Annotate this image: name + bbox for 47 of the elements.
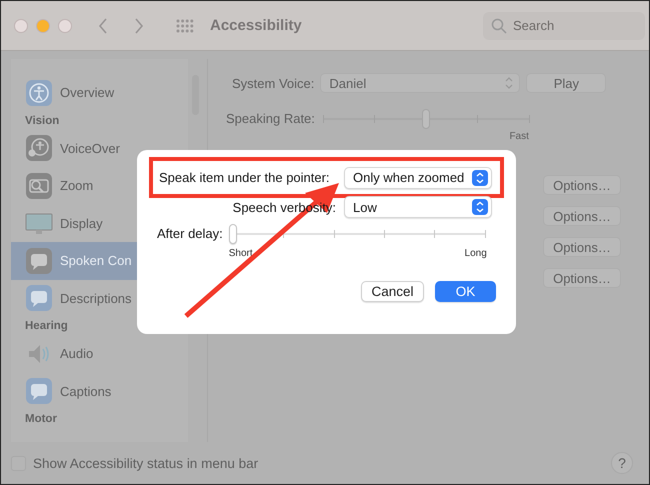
- field-label: Speaking Rate:: [226, 111, 315, 126]
- pointer-dropdown[interactable]: Only when zoomed: [344, 166, 492, 188]
- cancel-button[interactable]: Cancel: [361, 281, 424, 302]
- voiceover-icon: [25, 134, 53, 162]
- slider-label: Short: [228, 248, 253, 259]
- window-control[interactable]: [14, 18, 28, 32]
- forward-icon[interactable]: [134, 18, 144, 34]
- window-control[interactable]: [36, 18, 50, 32]
- section-label: Motor: [24, 412, 58, 427]
- sidebar-item[interactable]: Descriptions: [11, 280, 188, 317]
- search-field[interactable]: Search: [483, 12, 645, 40]
- stepper-icon: [472, 170, 488, 186]
- slider-thumb[interactable]: [422, 109, 430, 129]
- checkbox-label: Show Accessibility status in menu bar: [33, 456, 258, 470]
- options-button[interactable]: Options…: [543, 175, 621, 195]
- sidebar-item[interactable]: Overview: [11, 74, 188, 112]
- speech-bubble-icon: [25, 246, 53, 275]
- play-button[interactable]: Play: [526, 73, 606, 93]
- stepper-icon: [472, 199, 488, 215]
- accessibility-icon: [25, 78, 53, 107]
- sidebar-item[interactable]: Audio: [11, 335, 188, 372]
- verbosity-dropdown[interactable]: Low: [344, 196, 492, 218]
- field-label: After delay:: [157, 226, 223, 241]
- section-label: Hearing: [24, 319, 69, 334]
- magnifier-icon: [25, 172, 53, 200]
- window-control[interactable]: [58, 18, 72, 32]
- sidebar-item[interactable]: VoiceOver: [11, 130, 188, 167]
- window-title: Accessibility: [210, 17, 302, 34]
- voice-dropdown[interactable]: Daniel: [320, 73, 520, 93]
- search-icon: [491, 18, 507, 34]
- options-button[interactable]: Options…: [543, 268, 621, 288]
- speech-bubble-icon: [25, 377, 53, 406]
- field-label: Speak item under the pointer:: [159, 170, 330, 185]
- slider-label: Fast: [508, 131, 529, 142]
- options-button[interactable]: Options…: [543, 206, 621, 226]
- slider-label: Long: [464, 248, 487, 259]
- options-button[interactable]: Options…: [543, 237, 621, 257]
- field-label: System Voice:: [232, 76, 314, 90]
- help-button[interactable]: ?: [611, 452, 633, 474]
- back-icon[interactable]: [98, 18, 108, 34]
- stepper-icon: [505, 77, 514, 89]
- sidebar-item[interactable]: Captions: [11, 372, 188, 410]
- grid-icon[interactable]: [176, 18, 194, 32]
- ok-button[interactable]: OK: [435, 281, 496, 302]
- slider-thumb[interactable]: [228, 224, 237, 244]
- section-label: Vision: [24, 114, 60, 128]
- speech-bubble-icon: [25, 284, 53, 312]
